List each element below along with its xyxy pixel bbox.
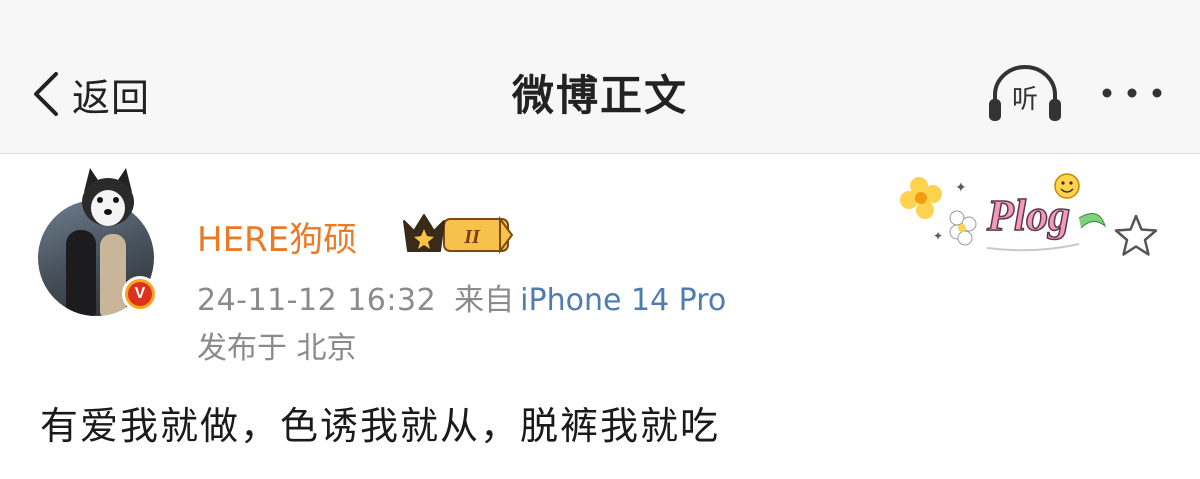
post-body: 有爱我就做，色诱我就从，脱裤我就吃 [40,404,721,448]
smiley-icon [1054,173,1080,199]
svg-text:✦: ✦ [933,229,943,243]
listen-button[interactable]: 听 [985,63,1065,125]
source-prefix: 来自 [454,283,515,318]
post-location: 发布于 北京 [197,331,357,366]
plog-label: Plog [986,191,1070,240]
svg-text:✦: ✦ [955,180,967,196]
author-avatar[interactable]: V [38,168,162,316]
listen-label: 听 [1011,85,1038,115]
plog-sticker: ✦ ✦ Plog [900,173,1106,252]
more-button[interactable] [1097,75,1167,111]
author-name[interactable]: HERE狗硕 [197,212,357,261]
favorite-button[interactable] [1112,212,1160,260]
source-device-link[interactable]: iPhone 14 Pro [520,283,726,318]
flower-icon [900,177,942,219]
white-flower-icon [949,210,977,246]
vip-level-label: II [463,226,481,248]
crown-icon: II [403,214,514,254]
navigation-bar: 返回 微博正文 听 [0,0,1200,154]
post-timestamp: 24-11-12 16:32 [197,283,437,318]
husky-sticker-icon [82,168,134,226]
more-dots-icon [1102,88,1162,98]
post-meta: 24-11-12 16:32 来自 iPhone 14 Pro [197,275,726,319]
verified-badge: V [122,276,158,312]
star-outline-icon [1114,214,1158,256]
